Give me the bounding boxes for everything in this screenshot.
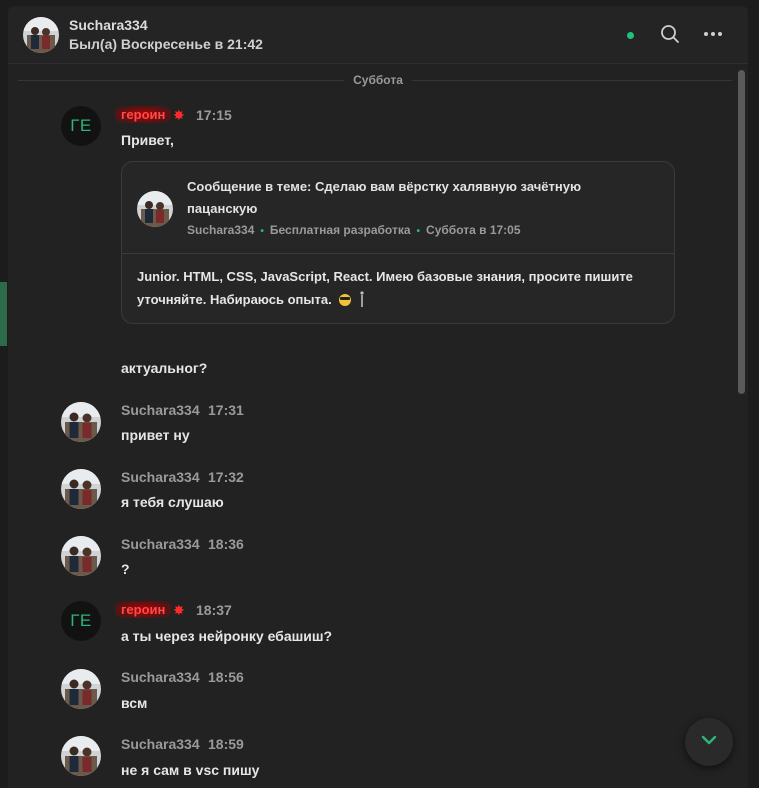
avatar[interactable]: [23, 17, 59, 53]
quoted-post-text: Junior. HTML, CSS, JavaScript, React. Им…: [137, 269, 633, 307]
message-text: не я сам в vsc пишу: [121, 762, 260, 778]
chevron-down-icon: [700, 733, 718, 751]
message-time: 17:31: [208, 402, 244, 418]
date-divider-line: [412, 80, 732, 81]
avatar[interactable]: [61, 402, 101, 442]
avatar[interactable]: [61, 469, 101, 509]
star-icon: ✸: [173, 107, 185, 123]
contact-name[interactable]: Suchara334: [69, 17, 148, 33]
quoted-post-title[interactable]: Сообщение в теме: Сделаю вам вёрстку хал…: [187, 176, 627, 220]
chat-window: Suchara334 Был(а) Воскресенье в 21:42 Су…: [0, 0, 759, 788]
search-icon[interactable]: [659, 23, 681, 45]
quoted-post-meta: Suchara334 • Бесплатная разработка • Суббота…: [187, 223, 521, 237]
avatar: [137, 191, 173, 227]
message-time: 18:56: [208, 669, 244, 685]
star-icon: ✸: [173, 602, 185, 618]
message-author[interactable]: Suchara334: [121, 669, 200, 685]
separator-dot: •: [416, 226, 421, 237]
sidebar-edge: [0, 282, 7, 346]
message-author[interactable]: Suchara334: [121, 736, 200, 752]
quoted-post-body: Junior. HTML, CSS, JavaScript, React. Им…: [137, 265, 657, 311]
scroll-to-bottom-button[interactable]: [685, 718, 733, 766]
quoted-post-header: Сообщение в теме: Сделаю вам вёрстку хал…: [122, 162, 674, 254]
avatar[interactable]: [61, 736, 101, 776]
avatar[interactable]: [61, 536, 101, 576]
message-text: я тебя слушаю: [121, 494, 224, 510]
quoted-post-card[interactable]: Сообщение в теме: Сделаю вам вёрстку хал…: [121, 161, 675, 324]
quoted-post-date: Суббота в 17:05: [426, 223, 521, 237]
quoted-post-author[interactable]: Suchara334: [187, 223, 254, 237]
message-author[interactable]: Suchara334: [121, 469, 200, 485]
message-author[interactable]: героин: [115, 601, 172, 618]
date-divider-line: [18, 80, 344, 81]
conversation-header: Suchara334 Был(а) Воскресенье в 21:42: [8, 6, 748, 64]
separator-dot: •: [260, 226, 264, 237]
message-text: привет ну: [121, 427, 190, 443]
message-time: 18:59: [208, 736, 244, 752]
message-author[interactable]: Suchara334: [121, 402, 200, 418]
online-indicator: [627, 32, 634, 39]
more-icon[interactable]: [702, 23, 724, 45]
last-seen-status: Был(а) Воскресенье в 21:42: [69, 36, 263, 52]
message-text: ?: [121, 561, 130, 577]
message-time: 18:36: [208, 536, 244, 552]
date-divider: Суббота: [353, 73, 403, 87]
message-text: Привет,: [121, 132, 174, 148]
scrollbar-thumb[interactable]: [738, 70, 745, 394]
quoted-post-forum[interactable]: Бесплатная разработка: [270, 223, 411, 237]
conversation-panel: [8, 6, 748, 788]
message-text: а ты через нейронку ебашиш?: [121, 628, 333, 644]
message-author[interactable]: героин: [115, 106, 172, 123]
avatar[interactable]: ГЕ: [61, 106, 101, 146]
avatar[interactable]: ГЕ: [61, 601, 101, 641]
avatar[interactable]: [61, 669, 101, 709]
message-text: актуальног?: [121, 360, 208, 376]
message-time: 17:15: [196, 107, 232, 123]
figure-icon: [359, 291, 365, 307]
message-author[interactable]: Suchara334: [121, 536, 200, 552]
message-time: 18:37: [196, 602, 232, 618]
message-time: 17:32: [208, 469, 244, 485]
message-text: всм: [121, 695, 148, 711]
sunglasses-emoji-icon: [339, 294, 352, 306]
